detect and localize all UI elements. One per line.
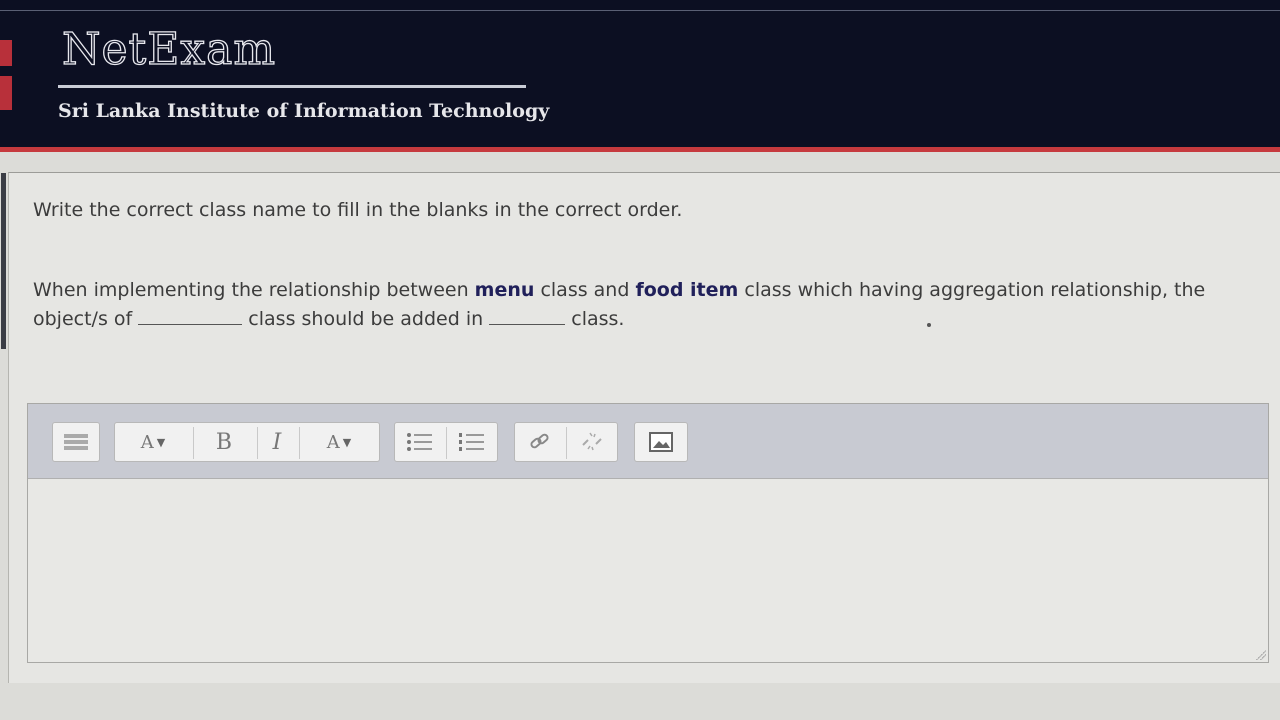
question-prompt: Write the correct class name to fill in … [33, 199, 683, 221]
answer-editor: A ▼ B I A ▼ [27, 403, 1269, 663]
image-icon [649, 432, 673, 452]
question-text-segment: class. [571, 308, 625, 330]
question-text-segment: class which having aggregation relations… [738, 279, 1206, 301]
insert-link-button[interactable] [514, 422, 566, 462]
question-text-segment: When implementing the relationship betwe… [33, 279, 475, 301]
brand-title: NetExam [61, 24, 277, 75]
question-text: When implementing the relationship betwe… [33, 276, 1263, 334]
brand-divider [58, 85, 526, 88]
unlink-icon [582, 432, 602, 451]
link-icon [530, 433, 549, 449]
header-accent-band [0, 147, 1280, 152]
site-header: NetExam Sri Lanka Institute of Informati… [0, 0, 1280, 150]
italic-button[interactable]: I [256, 422, 298, 462]
insert-image-button[interactable] [634, 422, 688, 462]
toolbar-toggle-button[interactable] [52, 422, 100, 462]
keyword-food-item: food item [635, 279, 739, 301]
italic-icon: I [272, 429, 282, 455]
blank-2 [489, 308, 566, 325]
question-text-segment: class should be added in [248, 308, 490, 330]
answer-textarea[interactable] [28, 479, 1268, 662]
numbered-list-button[interactable] [446, 422, 498, 462]
institute-logo-icon [0, 40, 12, 110]
question-text-segment: class and [534, 279, 636, 301]
question-card: Write the correct class name to fill in … [1, 172, 1280, 683]
numbered-list-icon [459, 433, 484, 451]
header-top-line [0, 10, 1280, 11]
dropdown-caret-icon: ▼ [156, 435, 166, 449]
keyword-menu: menu [474, 279, 535, 301]
bold-button[interactable]: B [192, 422, 256, 462]
card-left-edge [1, 173, 6, 349]
dropdown-caret-icon: ▼ [342, 435, 352, 449]
bold-icon: B [215, 429, 233, 455]
question-text-segment: object/s of [33, 308, 133, 330]
editor-toolbar: A ▼ B I A ▼ [28, 404, 1268, 479]
font-color-button[interactable]: A ▼ [298, 422, 380, 462]
bullet-list-icon [407, 433, 432, 451]
toolbar-toggle-icon [64, 434, 88, 450]
unlink-button[interactable] [566, 422, 618, 462]
font-size-button[interactable]: A ▼ [114, 422, 192, 462]
resize-handle-icon[interactable] [1256, 650, 1266, 660]
font-size-icon: A [140, 431, 154, 453]
font-color-icon: A [326, 431, 340, 453]
institute-name: Sri Lanka Institute of Information Techn… [58, 100, 550, 122]
bullet-list-button[interactable] [394, 422, 446, 462]
blank-1 [138, 308, 243, 325]
stray-dot [927, 323, 931, 327]
